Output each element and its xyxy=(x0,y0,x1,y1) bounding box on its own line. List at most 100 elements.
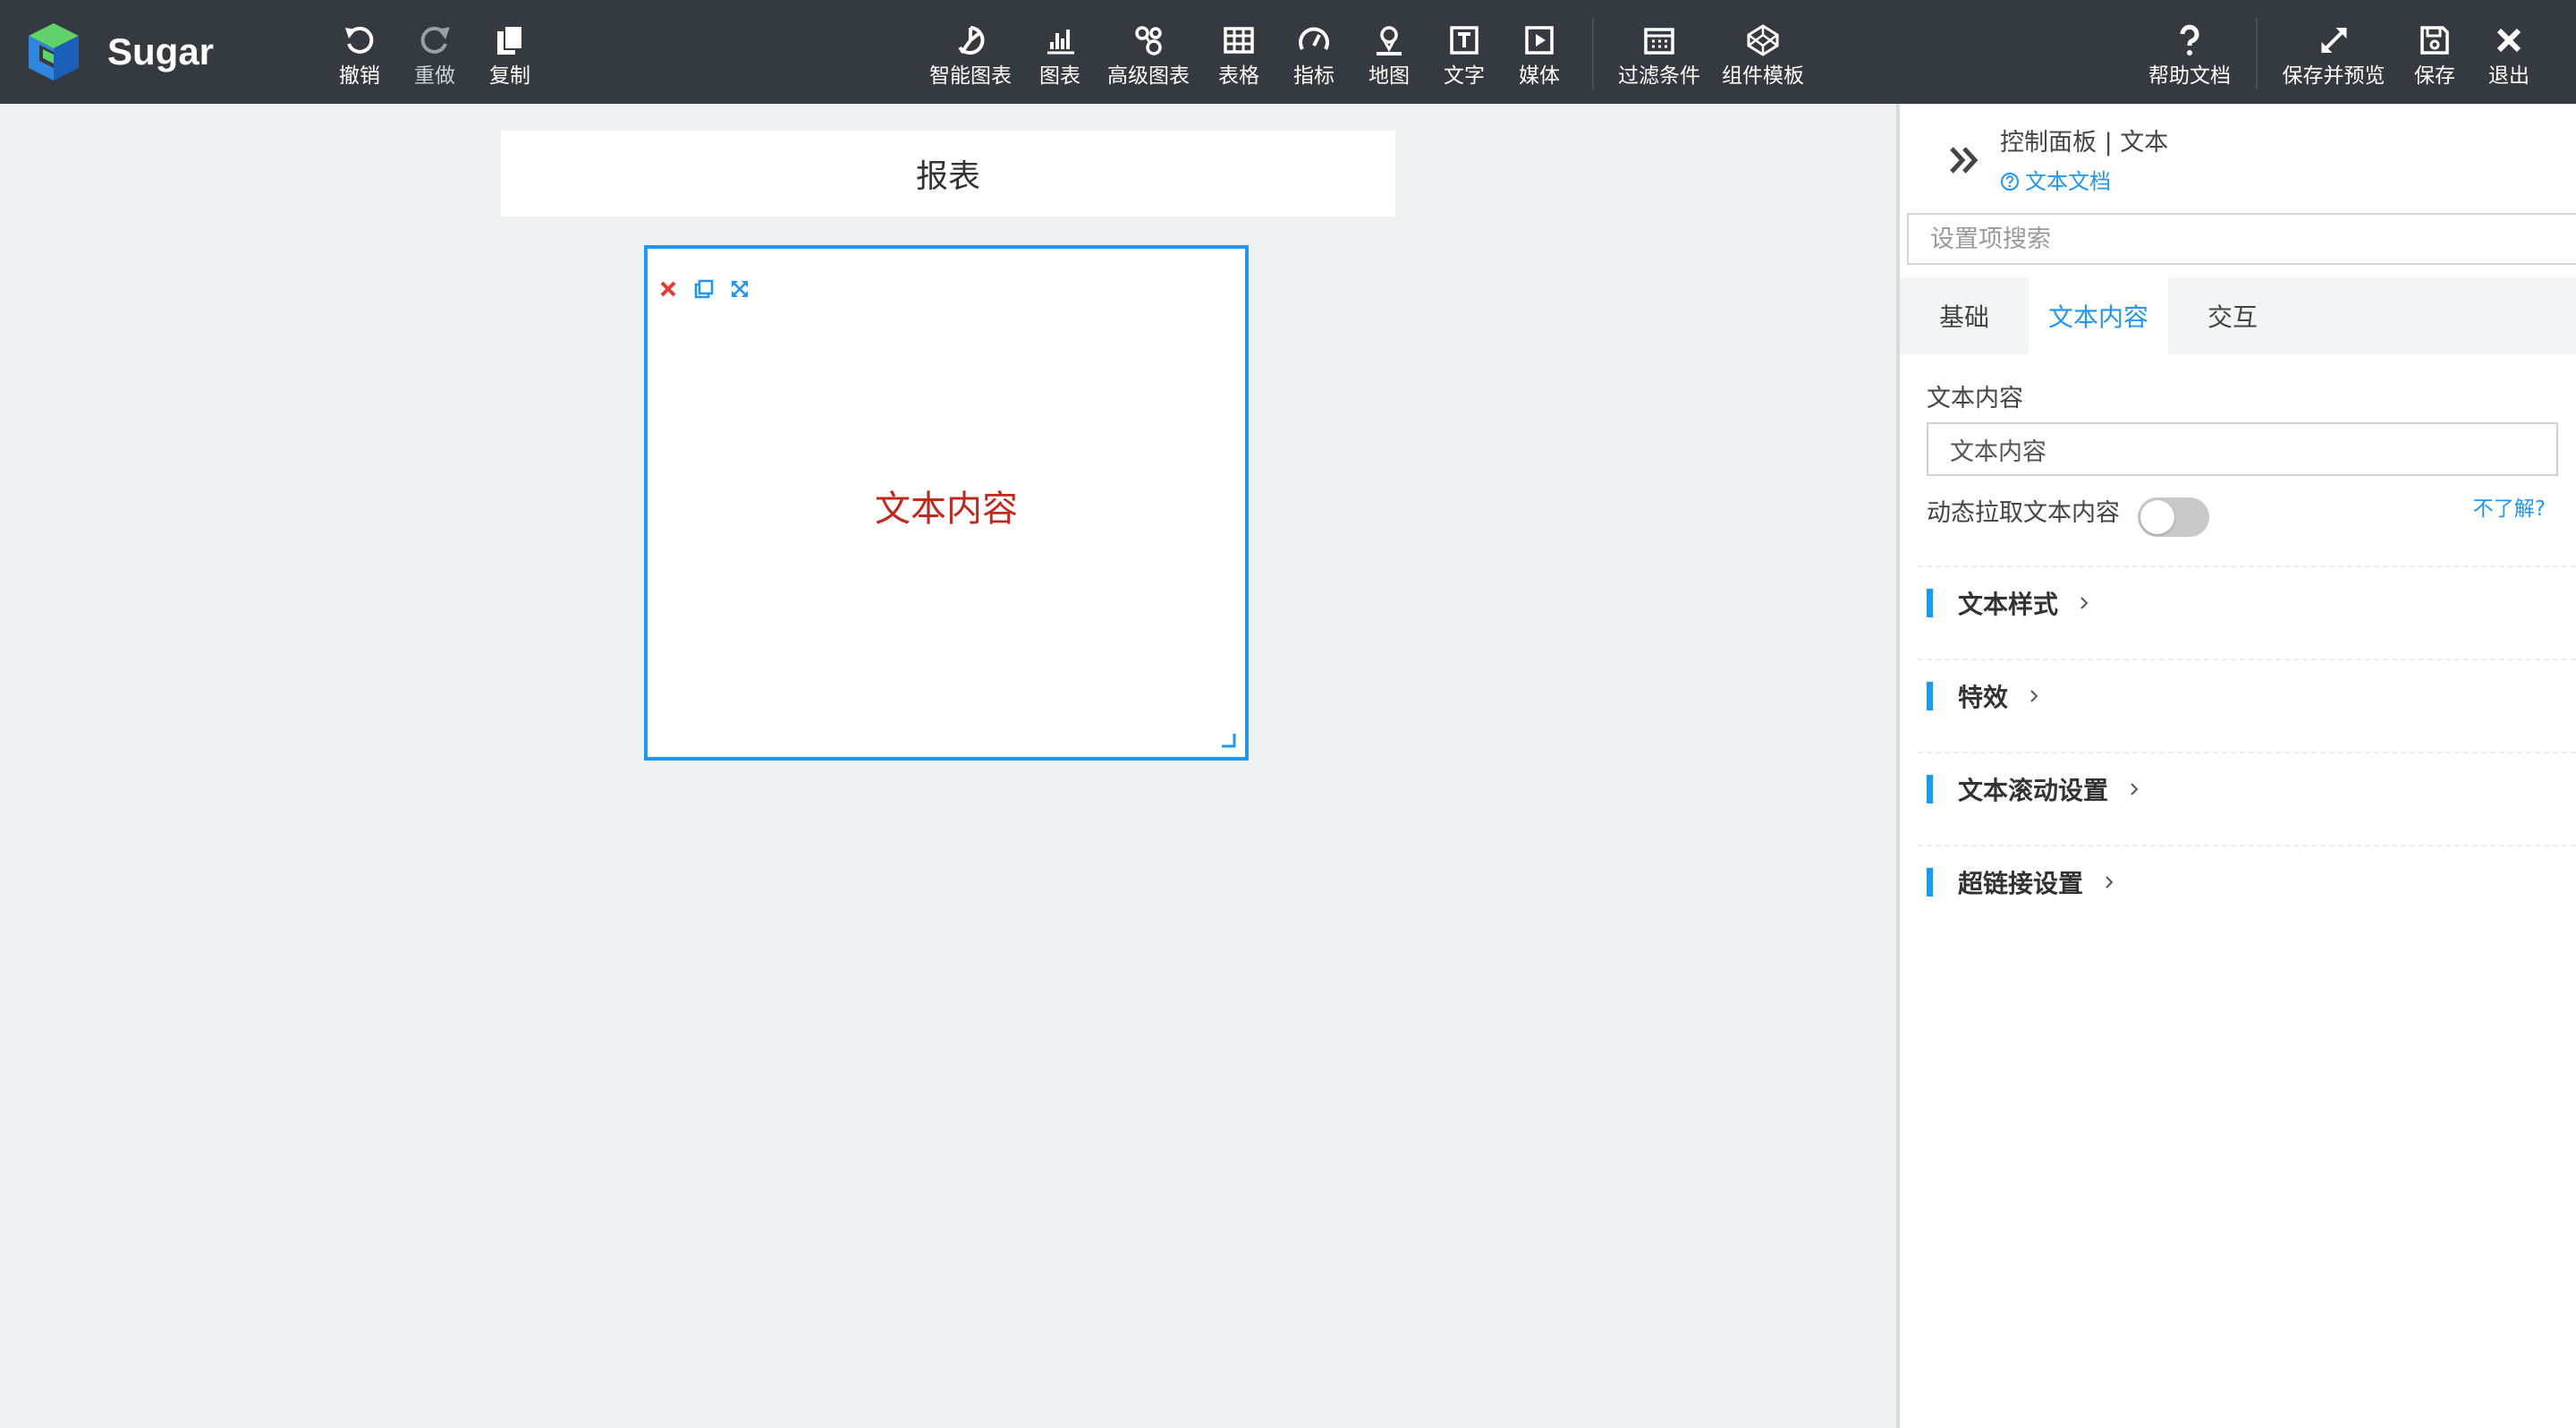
fullscreen-widget-icon[interactable] xyxy=(728,277,751,301)
table-icon xyxy=(1221,20,1257,61)
map-label: 地图 xyxy=(1368,64,1410,88)
close-icon xyxy=(2491,20,2527,61)
calendar-filter-icon xyxy=(1641,20,1677,61)
text-label: 文字 xyxy=(1444,64,1485,88)
text-content-input[interactable] xyxy=(1927,422,2558,476)
map-button[interactable]: 地图 xyxy=(1368,0,1410,104)
section-hyperlink[interactable]: 超链接设置 xyxy=(1927,857,2117,907)
help-doc-label: 帮助文档 xyxy=(2148,64,2231,88)
map-pin-icon xyxy=(1371,20,1407,61)
redo-label: 重做 xyxy=(414,64,455,88)
chevron-right-icon xyxy=(2101,874,2117,890)
section-title: 特效 xyxy=(1958,683,2009,712)
undo-button[interactable]: 撤销 xyxy=(339,0,380,104)
section-accent-bar xyxy=(1927,775,1933,803)
redo-button[interactable]: 重做 xyxy=(414,0,455,104)
redo-icon xyxy=(417,20,453,61)
section-divider xyxy=(1918,752,2576,754)
save-preview-button[interactable]: 保存并预览 xyxy=(2283,0,2385,104)
component-template-label: 组件模板 xyxy=(1722,64,1804,88)
exit-button[interactable]: 退出 xyxy=(2488,0,2529,104)
advanced-chart-label: 高级图表 xyxy=(1107,64,1190,88)
section-divider xyxy=(1918,659,2576,661)
save-button[interactable]: 保存 xyxy=(2414,0,2455,104)
chart-label: 图表 xyxy=(1039,64,1080,88)
save-label: 保存 xyxy=(2414,64,2455,88)
chevron-right-icon xyxy=(2026,688,2042,704)
undo-label: 撤销 xyxy=(339,64,380,88)
table-button[interactable]: 表格 xyxy=(1218,0,1259,104)
floppy-icon xyxy=(2417,20,2453,61)
tab-text-content[interactable]: 文本内容 xyxy=(2029,277,2168,354)
widget-toolbar xyxy=(657,277,751,301)
help-doc-button[interactable]: 帮助文档 xyxy=(2148,0,2231,104)
top-toolbar: Sugar 撤销 重做 复制 智能图表 图表 高级图表 表格 指标 地图 文字 … xyxy=(0,0,2576,104)
toolbar-divider xyxy=(2256,18,2258,89)
section-accent-bar xyxy=(1927,682,1933,710)
chart-button[interactable]: 图表 xyxy=(1039,0,1080,104)
smart-chart-button[interactable]: 智能图表 xyxy=(929,0,1012,104)
text-icon xyxy=(1446,20,1482,61)
media-label: 媒体 xyxy=(1519,64,1560,88)
component-template-button[interactable]: 组件模板 xyxy=(1722,0,1804,104)
sugar-logo-icon xyxy=(25,20,82,84)
copy-button[interactable]: 复制 xyxy=(489,0,530,104)
indicator-label: 指标 xyxy=(1293,64,1335,88)
section-title: 超链接设置 xyxy=(1958,869,2084,898)
tab-interaction[interactable]: 交互 xyxy=(2168,277,2297,354)
text-button[interactable]: 文字 xyxy=(1444,0,1485,104)
save-preview-label: 保存并预览 xyxy=(2282,64,2385,88)
undo-icon xyxy=(342,20,377,61)
duplicate-widget-icon[interactable] xyxy=(692,277,716,301)
section-title: 文本样式 xyxy=(1958,590,2059,619)
section-text-scroll[interactable]: 文本滚动设置 xyxy=(1927,764,2142,814)
codepen-icon xyxy=(1745,20,1781,61)
filter-label: 过滤条件 xyxy=(1618,64,1700,88)
chevron-right-icon xyxy=(2076,595,2092,611)
widget-text-content: 文本内容 xyxy=(875,489,1018,530)
copy-icon xyxy=(492,20,528,61)
text-content-label: 文本内容 xyxy=(1927,385,2023,412)
resize-handle-icon[interactable] xyxy=(1220,732,1236,748)
section-accent-bar xyxy=(1927,589,1933,617)
smart-chart-label: 智能图表 xyxy=(929,64,1012,88)
media-button[interactable]: 媒体 xyxy=(1519,0,1560,104)
section-effects[interactable]: 特效 xyxy=(1927,671,2042,721)
exit-label: 退出 xyxy=(2488,64,2529,88)
copy-label: 复制 xyxy=(489,64,530,88)
dynamic-text-toggle[interactable] xyxy=(2138,497,2209,537)
panel-title: 控制面板 | 文本 xyxy=(2000,129,2169,157)
advanced-chart-icon xyxy=(1131,20,1166,61)
collapse-panel-icon[interactable] xyxy=(1945,140,1986,181)
dynamic-text-label: 动态拉取文本内容 xyxy=(1927,499,2120,527)
doc-link-label: 文本文档 xyxy=(2025,169,2111,194)
brand-name: Sugar xyxy=(107,30,215,72)
delete-widget-icon[interactable] xyxy=(657,277,680,301)
settings-search-input[interactable] xyxy=(1907,213,2576,265)
report-title[interactable]: 报表 xyxy=(501,131,1395,217)
gauge-icon xyxy=(1296,20,1332,61)
panel-tabs: 基础 文本内容 交互 xyxy=(1900,277,2576,354)
section-text-style[interactable]: 文本样式 xyxy=(1927,578,2092,628)
toggle-knob xyxy=(2140,500,2174,534)
filter-button[interactable]: 过滤条件 xyxy=(1618,0,1700,104)
section-title: 文本滚动设置 xyxy=(1958,776,2109,805)
section-divider xyxy=(1918,845,2576,847)
chevron-right-icon xyxy=(2126,781,2142,797)
help-circle-icon xyxy=(2000,172,2020,191)
section-divider xyxy=(1918,565,2576,568)
indicator-button[interactable]: 指标 xyxy=(1293,0,1335,104)
expand-icon xyxy=(2316,20,2351,61)
text-doc-link[interactable]: 文本文档 xyxy=(2000,166,2111,197)
section-accent-bar xyxy=(1927,868,1933,897)
learn-more-link[interactable]: 不了解? xyxy=(2473,494,2546,524)
bar-chart-icon xyxy=(1042,20,1078,61)
smart-chart-icon xyxy=(953,20,988,61)
play-icon xyxy=(1521,20,1557,61)
advanced-chart-button[interactable]: 高级图表 xyxy=(1107,0,1190,104)
control-panel: 控制面板 | 文本 文本文档 基础 文本内容 交互 文本内容 动态拉取文本内容 … xyxy=(1896,104,2576,1428)
table-label: 表格 xyxy=(1218,64,1259,88)
text-widget[interactable]: 文本内容 xyxy=(644,245,1249,761)
tab-basic[interactable]: 基础 xyxy=(1900,277,2029,354)
question-icon xyxy=(2172,20,2207,61)
